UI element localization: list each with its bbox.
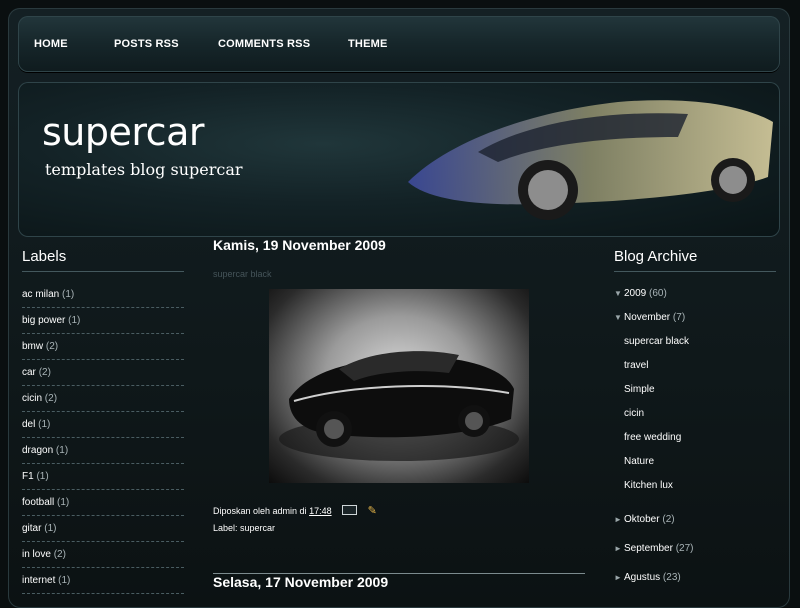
edit-pencil-icon[interactable]: ✎ [368,503,377,520]
label-item[interactable]: big power (1) [22,308,184,334]
labels-title: Labels [22,248,184,272]
archive-post[interactable]: Simple [614,378,776,402]
expanded-triangle-icon[interactable]: ▼ [614,282,624,306]
labels-list: ac milan (1) big power (1) bmw (2) car (… [22,282,184,594]
archive-month[interactable]: ▼ November (7) [614,306,776,330]
black-car-image [279,351,519,461]
nav-theme[interactable]: THEME [348,38,388,50]
post-title[interactable]: supercar black [213,269,585,279]
post-image[interactable] [269,289,529,483]
label-item[interactable]: ac milan (1) [22,282,184,308]
label-item[interactable]: bmw (2) [22,334,184,360]
archive-post[interactable]: cicin [614,402,776,426]
archive-title: Blog Archive [614,248,776,272]
post-label-link[interactable]: supercar [240,523,275,533]
label-item[interactable]: F1 (1) [22,464,184,490]
collapsed-triangle-icon[interactable]: ► [614,566,624,590]
archive-post[interactable]: Kitchen lux [614,474,776,498]
header-car-illustration [408,100,773,220]
archive-tree: ▼ 2009 (60) ▼ November (7) supercar black … [614,282,776,590]
post-labels-prefix: Label: [213,523,241,533]
label-item[interactable]: football (1) [22,490,184,516]
blog-title[interactable]: supercar [42,110,204,154]
labels-widget: Labels ac milan (1) big power (1) bmw (2… [22,248,184,594]
collapsed-triangle-icon[interactable]: ► [614,537,624,561]
post-author: Diposkan oleh admin di [213,506,310,516]
post-footer: Diposkan oleh admin di 17:48 ✎ Label: su… [213,503,585,537]
archive-year[interactable]: ▼ 2009 (60) [614,282,776,306]
nav-posts-rss[interactable]: POSTS RSS [114,38,179,50]
nav-comments-rss[interactable]: COMMENTS RSS [218,38,310,50]
archive-post[interactable]: Nature [614,450,776,474]
archive-month[interactable]: ► Oktober (2) [614,508,776,532]
post-timestamp[interactable]: 17:48 [309,506,332,516]
archive-month[interactable]: ► Agustus (23) [614,566,776,590]
email-post-icon[interactable] [342,505,358,515]
archive-post[interactable]: supercar black [614,330,776,354]
label-item[interactable]: dragon (1) [22,438,184,464]
blog-description: templates blog supercar [45,160,243,179]
label-item[interactable]: gitar (1) [22,516,184,542]
blog-header: supercar templates blog supercar [18,82,780,237]
top-nav: HOME POSTS RSS COMMENTS RSS THEME [18,16,780,72]
archive-month[interactable]: ► September (27) [614,537,776,561]
archive-post[interactable]: free wedding [614,426,776,450]
main-content: Kamis, 19 November 2009 supercar black D… [213,237,585,590]
label-item[interactable]: car (2) [22,360,184,386]
label-item[interactable]: in love (2) [22,542,184,568]
label-item[interactable]: del (1) [22,412,184,438]
post-date-header: Kamis, 19 November 2009 [213,237,386,253]
expanded-triangle-icon[interactable]: ▼ [614,306,624,330]
label-item[interactable]: internet (1) [22,568,184,594]
label-item[interactable]: cicin (2) [22,386,184,412]
nav-home[interactable]: HOME [34,38,68,50]
archive-post[interactable]: travel [614,354,776,378]
archive-widget: Blog Archive ▼ 2009 (60) ▼ November (7) su… [614,248,776,590]
next-date-header: Selasa, 17 November 2009 [213,573,585,590]
collapsed-triangle-icon[interactable]: ► [614,508,624,532]
